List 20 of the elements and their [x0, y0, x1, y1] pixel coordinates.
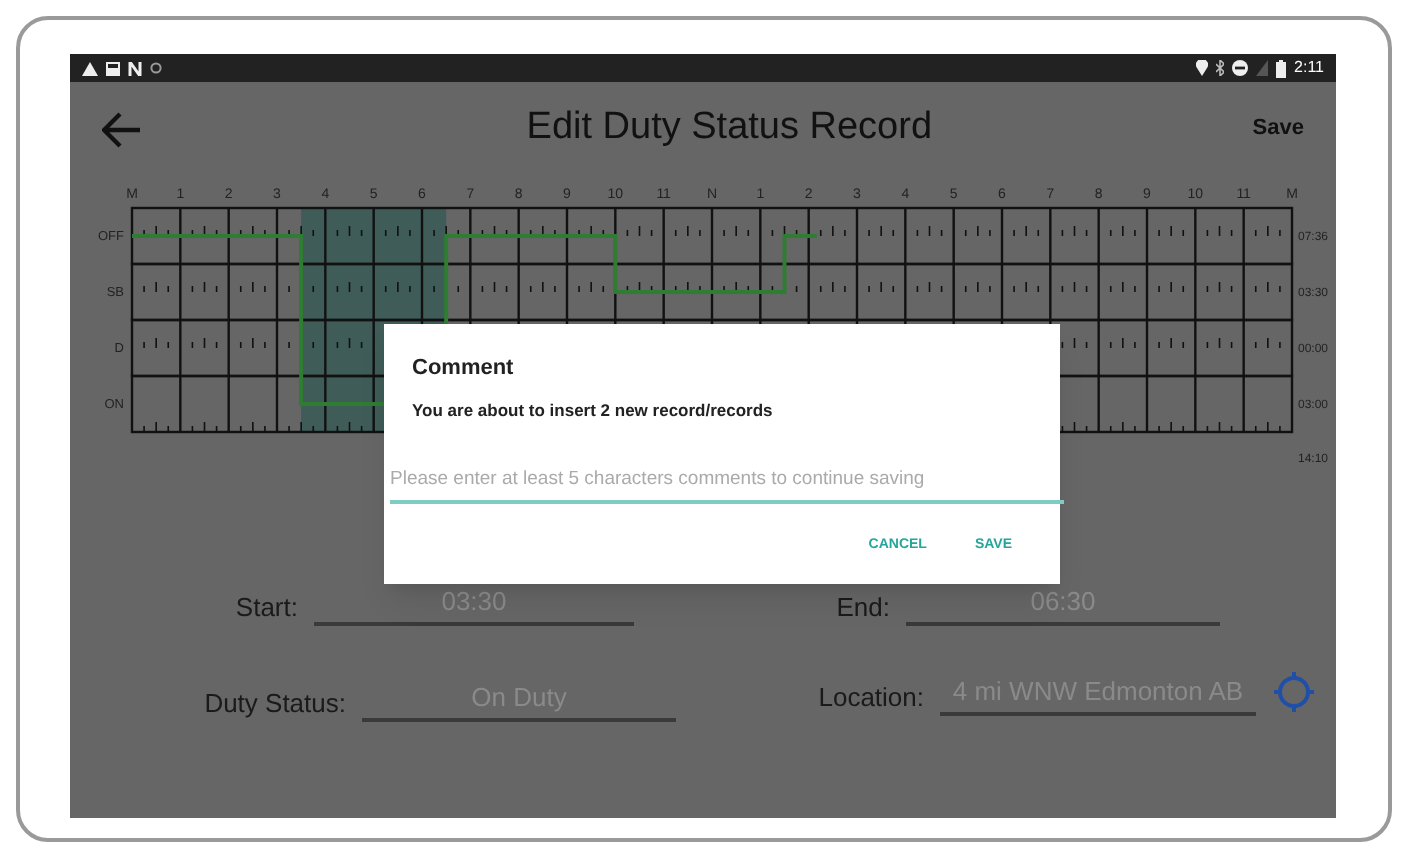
battery-icon: [1276, 59, 1287, 77]
comment-field[interactable]: Please enter at least 5 characters comments to continue saving: [390, 466, 1064, 503]
dialog-message: You are about to insert 2 new record/records: [412, 397, 775, 423]
field-label: Duty Status:: [202, 685, 346, 722]
do-not-disturb-icon: [1232, 60, 1249, 76]
sync-icon: [150, 62, 162, 74]
location-pin-icon: [1196, 60, 1209, 76]
clock-time: 2:11: [1294, 56, 1324, 80]
dialog-title: Comment: [412, 354, 516, 384]
signal-icon: [1256, 60, 1269, 76]
save-button[interactable]: Save: [1252, 112, 1304, 146]
field-label: Start:: [233, 589, 298, 626]
bluetooth-icon: [1216, 60, 1225, 76]
field-label: Location:: [816, 679, 924, 716]
image-icon: [106, 61, 120, 75]
page-title: Edit Duty Status Record: [526, 104, 933, 153]
back-arrow-icon[interactable]: [102, 111, 142, 147]
letter-icon: [128, 61, 142, 75]
field-label: End:: [834, 589, 890, 626]
warning-icon: [82, 61, 98, 75]
